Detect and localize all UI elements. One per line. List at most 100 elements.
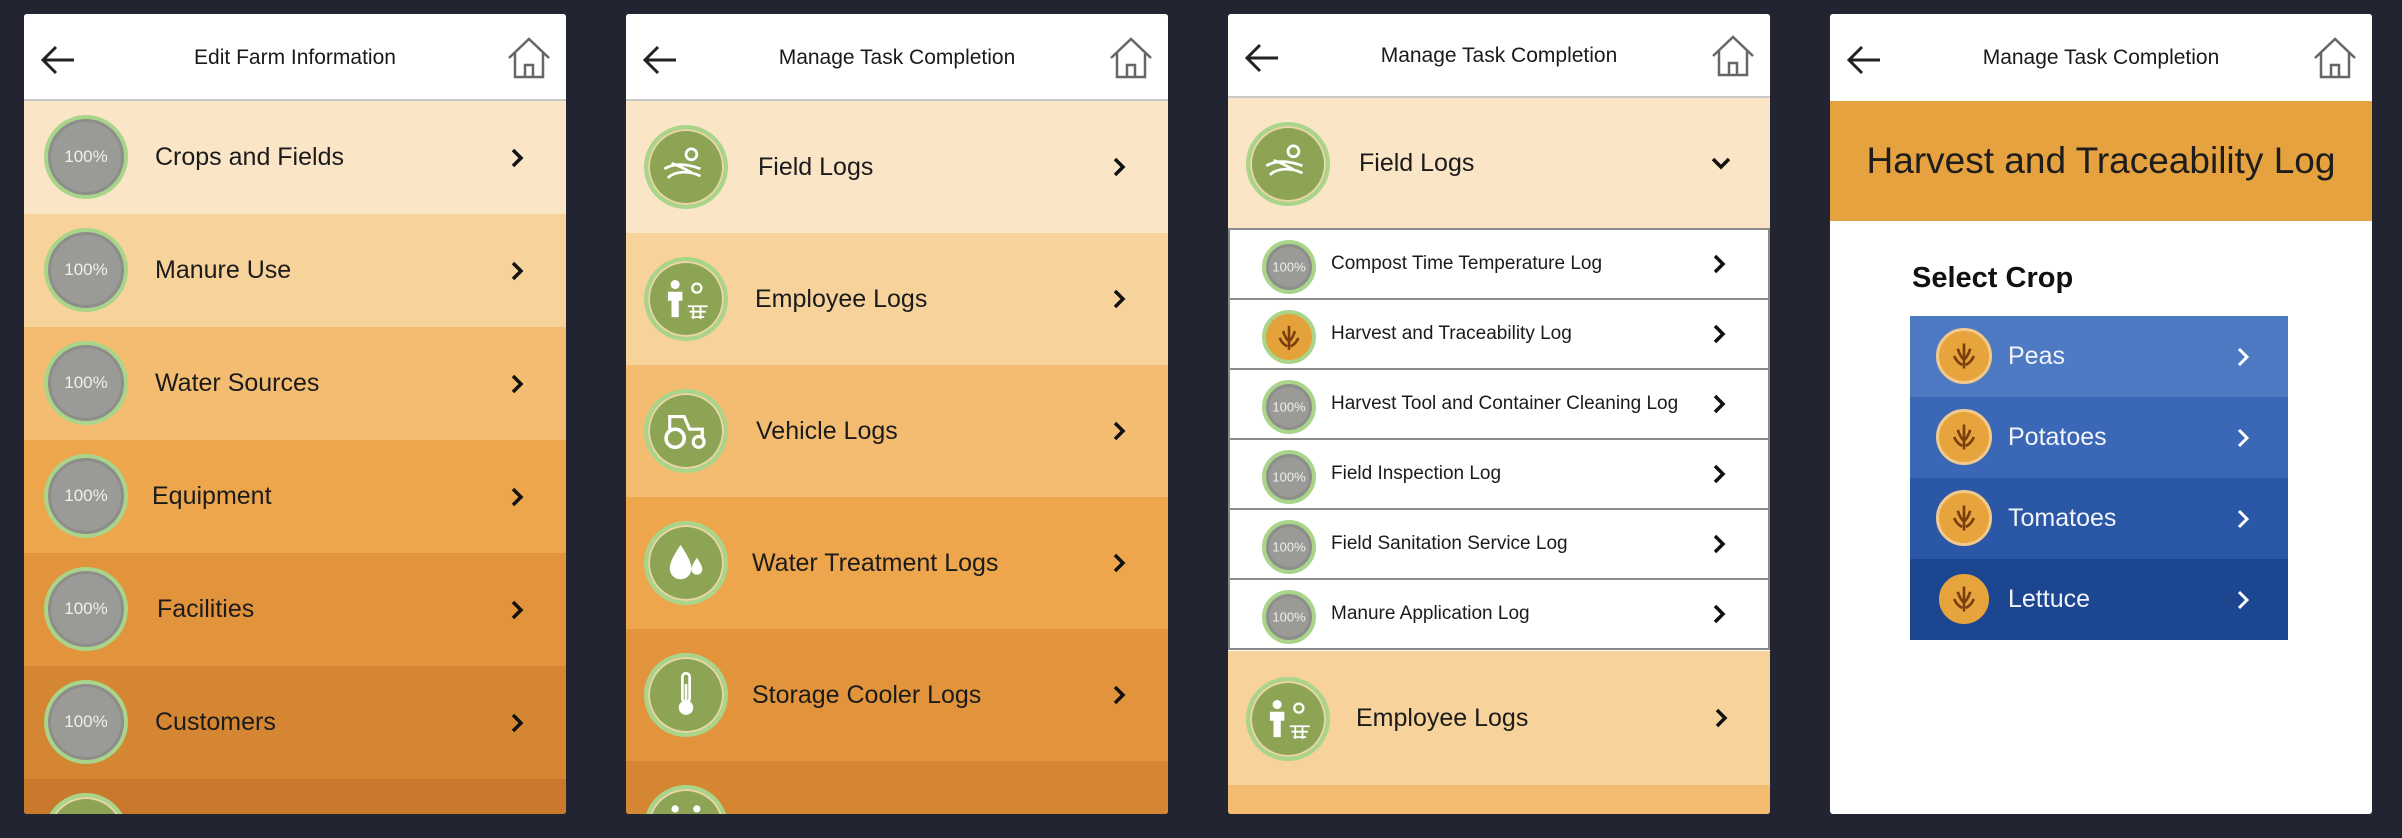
chevron-right-icon (511, 713, 524, 732)
progress-badge: 100% (44, 567, 128, 651)
crop-item-potatoes[interactable]: Potatoes (1910, 397, 2288, 478)
sub-item-field-sanitation-service-log[interactable]: 100% Field Sanitation Service Log (1228, 508, 1770, 580)
list-item-label: Field Logs (758, 152, 874, 181)
chevron-right-icon (1113, 289, 1126, 309)
wheat-icon (1936, 490, 1992, 546)
chevron-right-icon (2237, 590, 2250, 609)
chevron-right-icon (1713, 254, 1726, 274)
wheat-icon (1262, 310, 1316, 364)
list-item-storage-cooler-logs[interactable]: Storage Cooler Logs (626, 629, 1168, 761)
sub-item-field-inspection-log[interactable]: 100% Field Inspection Log (1228, 438, 1770, 510)
list-item-customers[interactable]: 100% Customers (24, 666, 566, 779)
list-item-label: Water Sources (155, 369, 320, 397)
employee-icon (1246, 677, 1330, 761)
sub-item-manure-application-log[interactable]: 100% Manure Application Log (1228, 578, 1770, 650)
progress-badge: 100% (1262, 520, 1316, 574)
list-item-partial[interactable] (24, 779, 566, 814)
screen-field-logs-expanded: Manage Task Completion Field Logs 100% C… (1228, 14, 1770, 814)
screen-select-crop: Manage Task Completion Harvest and Trace… (1830, 14, 2372, 814)
list-item-partial (1228, 785, 1770, 814)
list-item-label: Manure Use (155, 256, 292, 284)
vehicle-icon (644, 785, 728, 814)
field-icon (644, 125, 728, 209)
progress-badge: 100% (1262, 590, 1316, 644)
sub-item-label: Compost Time Temperature Log (1331, 253, 1603, 274)
crop-item-tomatoes[interactable]: Tomatoes (1910, 478, 2288, 559)
list-item-label: Field Logs (1359, 148, 1475, 177)
screen-edit-farm-information: Edit Farm Information 100% Crops and Fie… (24, 14, 566, 814)
banner-title: Harvest and Traceability Log (1866, 140, 2336, 181)
home-icon[interactable] (506, 36, 552, 80)
crop-item-peas[interactable]: Peas (1910, 316, 2288, 397)
crop-item-lettuce[interactable]: Lettuce (1910, 559, 2288, 640)
chevron-right-icon (1713, 604, 1726, 624)
list-item-field-logs-expanded[interactable]: Field Logs (1228, 98, 1770, 228)
chevron-right-icon (511, 148, 524, 167)
chevron-right-icon (1113, 157, 1126, 177)
chevron-right-icon (1113, 553, 1126, 573)
chevron-down-icon (1711, 157, 1731, 170)
list-item-facilities[interactable]: 100% Facilities (24, 553, 566, 666)
sub-item-harvest-and-traceability-log[interactable]: Harvest and Traceability Log (1228, 298, 1770, 370)
list-item-employee-logs[interactable]: Employee Logs (626, 233, 1168, 365)
crop-list: Peas Potatoes Tomatoes Lettuce (1910, 316, 2288, 640)
list-item-employee-logs[interactable]: Employee Logs (1228, 651, 1770, 785)
list-item-label: Customers (155, 708, 276, 736)
field-icon (1246, 122, 1330, 206)
header-bar: Manage Task Completion (1228, 14, 1770, 98)
chevron-right-icon (1713, 324, 1726, 344)
sub-item-label: Harvest Tool and Container Cleaning Log (1331, 393, 1679, 414)
home-icon[interactable] (1710, 34, 1756, 78)
progress-badge: 100% (44, 115, 128, 199)
chevron-right-icon (2237, 428, 2250, 447)
sub-item-label: Field Sanitation Service Log (1331, 533, 1568, 554)
list-item-label: Employee Logs (755, 284, 928, 313)
progress-badge: 100% (44, 680, 128, 764)
page-title: Edit Farm Information (194, 46, 396, 69)
water-drop-icon (644, 521, 728, 605)
chevron-right-icon (511, 487, 524, 506)
field-logs-sublist: 100% Compost Time Temperature Log Harves… (1228, 228, 1770, 650)
progress-badge: 100% (1262, 240, 1316, 294)
list-item-equipment[interactable]: 100% Equipment (24, 440, 566, 553)
chevron-right-icon (1713, 534, 1726, 554)
list-item-water-sources[interactable]: 100% Water Sources (24, 327, 566, 440)
chevron-right-icon (1715, 708, 1728, 728)
header-bar: Edit Farm Information (24, 14, 566, 101)
list-item-label: Employee Logs (1356, 703, 1529, 732)
list-item-water-treatment-logs[interactable]: Water Treatment Logs (626, 497, 1168, 629)
progress-badge: 100% (1262, 380, 1316, 434)
list-item-label: Crops and Fields (155, 143, 344, 171)
list-item-label: Facilities (157, 595, 255, 623)
list-item-label: Water Treatment Logs (752, 548, 999, 577)
list-item-crops-and-fields[interactable]: 100% Crops and Fields (24, 101, 566, 214)
list-item-manure-use[interactable]: 100% Manure Use (24, 214, 566, 327)
wheat-icon (1936, 571, 1992, 627)
chevron-right-icon (2237, 347, 2250, 366)
list-item-vehicle-logs[interactable]: Vehicle Logs (626, 365, 1168, 497)
crop-label: Potatoes (2008, 423, 2107, 451)
sub-item-compost-time-temperature-log[interactable]: 100% Compost Time Temperature Log (1228, 228, 1770, 300)
sub-item-harvest-tool-cleaning-log[interactable]: 100% Harvest Tool and Container Cleaning… (1228, 368, 1770, 440)
chevron-right-icon (1113, 685, 1126, 705)
wheat-icon (1936, 328, 1992, 384)
wheat-icon (1936, 409, 1992, 465)
home-icon[interactable] (1108, 36, 1154, 80)
crop-label: Tomatoes (2008, 504, 2117, 532)
chevron-right-icon (511, 374, 524, 393)
sub-item-label: Manure Application Log (1331, 603, 1530, 624)
chevron-right-icon (511, 261, 524, 280)
progress-badge (44, 793, 128, 814)
page-title: Manage Task Completion (1380, 44, 1618, 67)
progress-badge: 100% (44, 341, 128, 425)
chevron-right-icon (2237, 509, 2250, 528)
list-item-label: Vehicle Logs (756, 416, 898, 445)
list-item-label: Storage Cooler Logs (752, 680, 982, 709)
progress-badge: 100% (44, 228, 128, 312)
crop-label: Lettuce (2008, 585, 2091, 613)
sub-item-label: Field Inspection Log (1331, 463, 1502, 484)
page-title: Manage Task Completion (1982, 46, 2220, 69)
home-icon[interactable] (2312, 36, 2358, 80)
list-item-partial[interactable] (626, 761, 1168, 814)
list-item-field-logs[interactable]: Field Logs (626, 101, 1168, 233)
